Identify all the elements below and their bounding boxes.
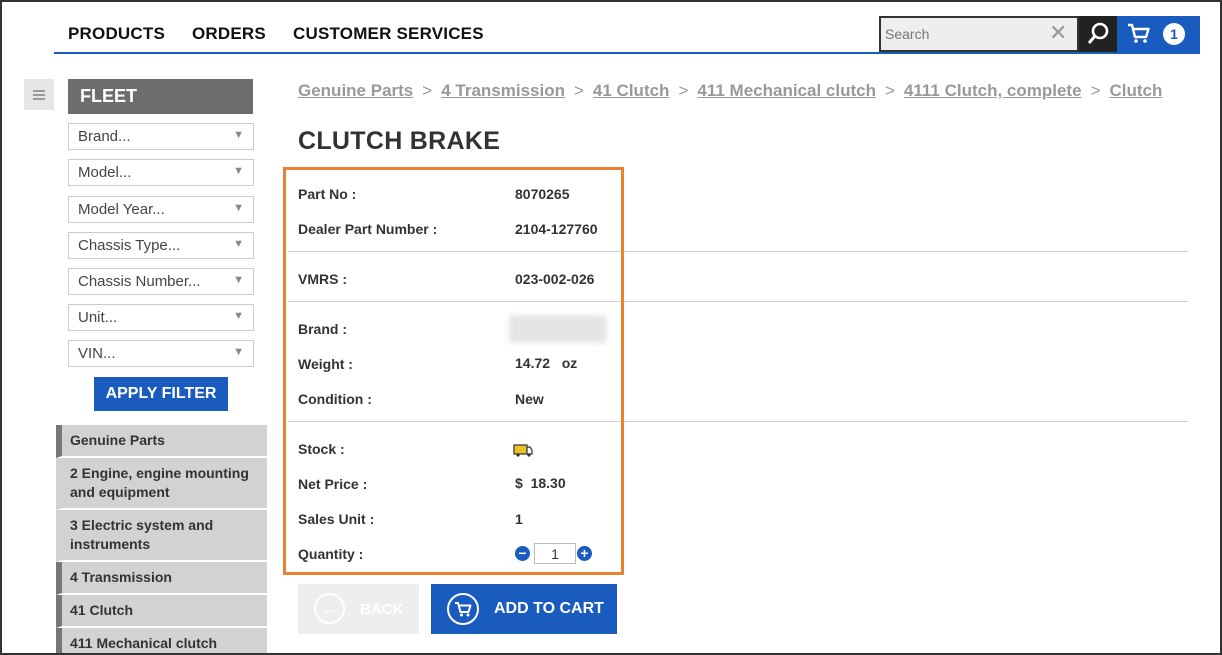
nav-products[interactable]: PRODUCTS	[68, 24, 165, 44]
breadcrumb-separator: >	[678, 81, 689, 100]
search-button[interactable]	[1079, 16, 1117, 52]
brand-filter-label: Brand...	[78, 128, 131, 145]
back-button-label: BACK	[360, 601, 404, 618]
arrow-left-icon: ←	[314, 593, 345, 624]
cart-count-badge: 1	[1163, 23, 1185, 45]
breadcrumb-separator: >	[422, 81, 433, 100]
app-window: PRODUCTS ORDERS CUSTOMER SERVICES ✕ 1 FL…	[0, 0, 1222, 655]
cart-icon	[447, 593, 479, 625]
dropdown-arrow-icon: ▼	[233, 129, 244, 141]
unit-filter-select[interactable]: Unit... ▼	[68, 304, 254, 331]
nav-orders[interactable]: ORDERS	[192, 24, 266, 44]
dropdown-arrow-icon: ▼	[233, 238, 244, 250]
breadcrumb: Genuine Parts >4 Transmission >41 Clutch >4…	[298, 81, 1162, 101]
dropdown-arrow-icon: ▼	[233, 346, 244, 358]
product-details-highlight	[283, 167, 624, 575]
dropdown-arrow-icon: ▼	[233, 165, 244, 177]
dropdown-arrow-icon: ▼	[233, 310, 244, 322]
category-item-clutch[interactable]: 41 Clutch	[56, 595, 267, 628]
top-navigation: PRODUCTS ORDERS CUSTOMER SERVICES ✕ 1	[54, 14, 1200, 54]
page-title: CLUTCH BRAKE	[298, 127, 501, 155]
breadcrumb-transmission[interactable]: 4 Transmission	[441, 81, 565, 100]
apply-filter-button[interactable]: APPLY FILTER	[94, 377, 228, 411]
add-to-cart-label: ADD TO CART	[494, 600, 604, 617]
breadcrumb-genuine-parts[interactable]: Genuine Parts	[298, 81, 413, 100]
model-filter-select[interactable]: Model... ▼	[68, 159, 254, 186]
category-item-transmission[interactable]: 4 Transmission	[56, 562, 267, 595]
clear-search-icon[interactable]: ✕	[1049, 21, 1067, 45]
breadcrumb-separator: >	[573, 81, 584, 100]
cart-icon	[1128, 23, 1150, 43]
category-list: Genuine Parts 2 Engine, engine mounting …	[56, 425, 267, 653]
breadcrumb-separator: >	[1090, 81, 1101, 100]
search-input[interactable]	[885, 22, 1045, 46]
breadcrumb-separator: >	[884, 81, 895, 100]
back-button[interactable]: ← BACK	[298, 584, 419, 634]
unit-filter-label: Unit...	[78, 309, 118, 326]
chassis-type-filter-select[interactable]: Chassis Type... ▼	[68, 232, 254, 259]
search-icon	[1087, 22, 1109, 44]
category-item-mechanical-clutch[interactable]: 411 Mechanical clutch	[56, 628, 267, 653]
chassis-type-filter-label: Chassis Type...	[78, 237, 181, 254]
breadcrumb-clutch[interactable]: 41 Clutch	[593, 81, 670, 100]
breadcrumb-current-clutch[interactable]: Clutch	[1110, 81, 1163, 100]
breadcrumb-clutch-complete[interactable]: 4111 Clutch, complete	[904, 81, 1082, 100]
vin-filter-select[interactable]: VIN... ▼	[68, 340, 254, 367]
model-filter-label: Model...	[78, 164, 132, 181]
vin-filter-label: VIN...	[78, 345, 116, 362]
dropdown-arrow-icon: ▼	[233, 202, 244, 214]
model-year-filter-select[interactable]: Model Year... ▼	[68, 196, 254, 223]
chassis-number-filter-select[interactable]: Chassis Number... ▼	[68, 268, 254, 295]
category-item-genuine-parts[interactable]: Genuine Parts	[56, 425, 267, 458]
breadcrumb-mechanical-clutch[interactable]: 411 Mechanical clutch	[697, 81, 876, 100]
cart-button[interactable]: 1	[1117, 16, 1200, 52]
nav-customer-services[interactable]: CUSTOMER SERVICES	[293, 24, 484, 44]
add-to-cart-button[interactable]: ADD TO CART	[431, 584, 617, 634]
category-item-electric[interactable]: 3 Electric system and instruments	[56, 510, 267, 562]
brand-filter-select[interactable]: Brand... ▼	[68, 123, 254, 150]
dropdown-arrow-icon: ▼	[233, 274, 244, 286]
category-item-engine[interactable]: 2 Engine, engine mounting and equipment	[56, 458, 267, 510]
menu-toggle-button[interactable]	[24, 79, 54, 110]
fleet-heading: FLEET	[68, 79, 253, 114]
chassis-number-filter-label: Chassis Number...	[78, 273, 201, 290]
search-box: ✕	[879, 16, 1079, 52]
model-year-filter-label: Model Year...	[78, 201, 165, 218]
